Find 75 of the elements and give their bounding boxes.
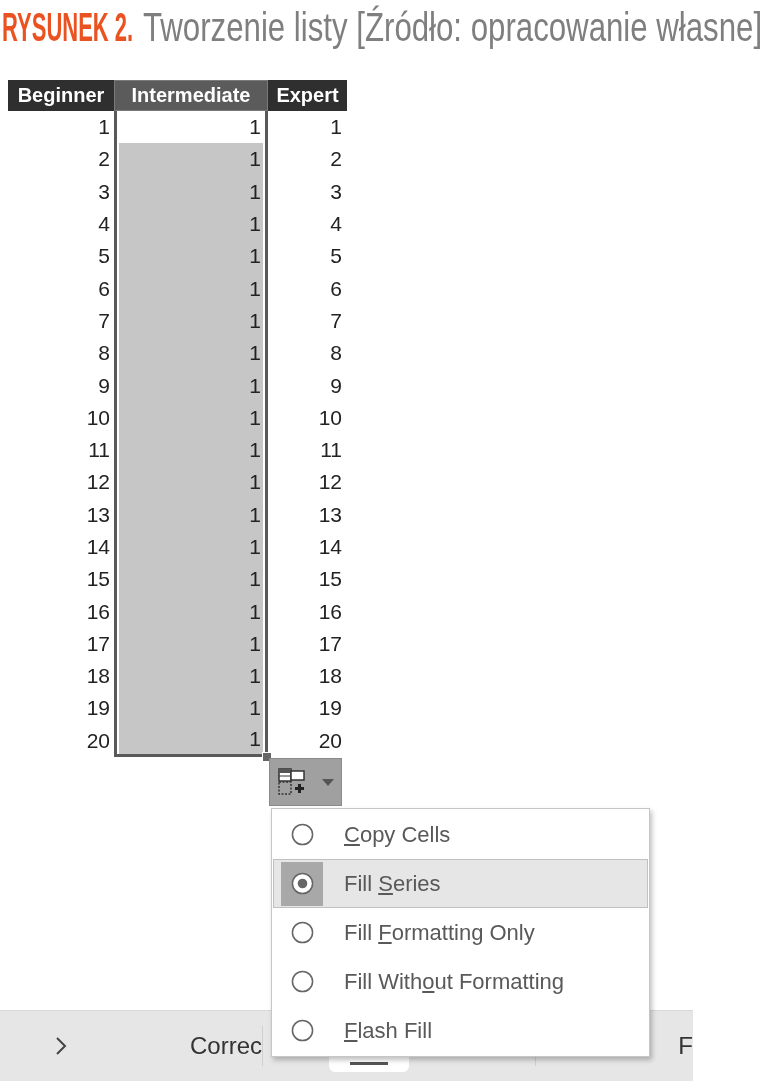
menu-item[interactable]: Fill Series: [273, 859, 648, 908]
table-cell: 1: [114, 498, 268, 531]
table-cell-text: 12: [85, 469, 111, 496]
figure-label: RYSUNEK 2.: [2, 7, 134, 47]
table-cell: 1: [114, 207, 268, 241]
chevron-right-icon[interactable]: [55, 1036, 67, 1056]
column-header: Expert: [268, 80, 347, 111]
table-cell: 1: [114, 466, 268, 499]
table-cell-text: 15: [85, 566, 111, 593]
auto-fill-options-button[interactable]: [269, 758, 342, 806]
table-cell-text: 10: [85, 404, 111, 431]
table-cell-text: 17: [317, 630, 343, 657]
column-header: Intermediate: [114, 80, 268, 111]
table-cell: 1: [114, 304, 268, 338]
table-cell: 1: [114, 240, 268, 273]
table-cell-text: 8: [97, 340, 111, 367]
table-cell-text: 19: [85, 695, 111, 722]
table-cell: 1: [114, 401, 268, 434]
table-cell-text: 5: [329, 243, 343, 270]
table-cell-text: 6: [329, 275, 343, 302]
table-cell-text: 10: [317, 404, 343, 431]
table-cell-text: 13: [85, 501, 111, 528]
table-cell: 1: [114, 563, 268, 596]
table-cell: 1: [114, 530, 268, 564]
menu-item[interactable]: Fill Without Formatting: [273, 957, 648, 1006]
table-cell-text: 11: [319, 437, 343, 464]
table-cell-text: 18: [317, 663, 343, 690]
table-cell-text: 13: [317, 501, 343, 528]
table-cell-text: 5: [97, 243, 111, 270]
bar-label[interactable]: Correc: [190, 1032, 262, 1060]
table-cell-text: 1: [97, 114, 111, 141]
table-cell-text: 14: [317, 534, 343, 560]
table-cell-text: 12: [317, 469, 343, 496]
table-cell-text: 4: [329, 211, 343, 238]
table-cell-text: 16: [85, 598, 111, 625]
table-cell-text: 18: [85, 663, 111, 690]
menu-item[interactable]: Copy Cells: [273, 810, 648, 859]
table-cell: 1: [114, 595, 268, 628]
table-cell: 1: [114, 143, 268, 176]
table-cell-text: 1: [329, 114, 343, 141]
table-cell: 1: [114, 369, 268, 402]
table-cell: 1: [114, 692, 268, 725]
table-cell-text: 4: [97, 211, 111, 238]
table-cell-text: 19: [317, 695, 343, 722]
table-cell-text: 9: [329, 372, 343, 399]
table-cell-text: 2: [97, 146, 111, 173]
table-cell: 1: [114, 272, 268, 305]
table-cell: 1: [114, 111, 268, 144]
bar-label[interactable]: F: [678, 1032, 693, 1060]
table-cell-text: 20: [85, 727, 111, 754]
table-cell-text: 3: [329, 178, 343, 205]
table-cell-text: 7: [97, 307, 111, 334]
table-cell-text: 14: [85, 534, 111, 560]
caret-icon: [322, 778, 334, 786]
table-cell-text: 3: [97, 178, 111, 205]
table-cell: 1: [114, 337, 268, 370]
table-cell-text: 16: [317, 598, 343, 625]
table-cell-text: 20: [317, 727, 343, 754]
table-cell-text: 17: [85, 630, 111, 657]
figure-caption: Tworzenie listy [Źródło: opracowanie własne]: [143, 7, 763, 47]
table-cell-text: 6: [97, 275, 111, 302]
table-cell-text: 2: [329, 146, 343, 173]
column-header: Beginner: [8, 80, 114, 111]
table-cell: 1: [114, 175, 268, 208]
table-cell-text: 15: [317, 566, 343, 593]
table-cell: 1: [114, 627, 268, 661]
table-cell: 1: [114, 660, 268, 693]
menu-item[interactable]: Fill Formatting Only: [273, 908, 648, 957]
table-cell-text: 7: [329, 307, 343, 334]
table-cell: 1: [114, 433, 268, 467]
table-cell-text: 8: [329, 340, 343, 367]
table-cell-text: 11: [87, 437, 111, 464]
fill-options-icon: [278, 768, 306, 796]
menu-item[interactable]: Flash Fill: [273, 1006, 648, 1055]
table-cell-text: 9: [97, 372, 111, 399]
